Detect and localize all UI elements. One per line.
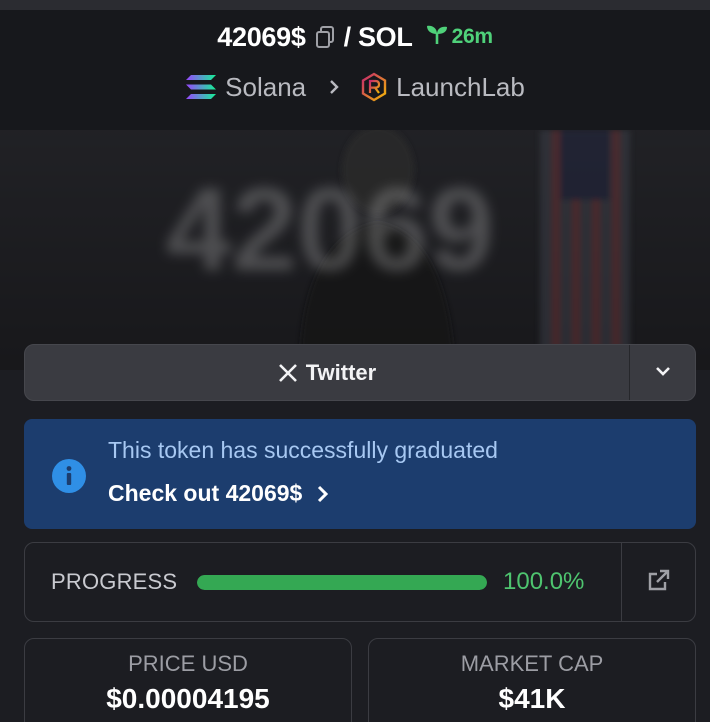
solana-logo-icon <box>185 74 217 100</box>
progress-bar <box>197 575 487 590</box>
info-icon <box>52 459 86 498</box>
launchlab-logo-icon <box>360 72 388 102</box>
top-bar <box>0 0 710 10</box>
chevron-right-icon <box>316 484 330 504</box>
external-link-button[interactable] <box>622 543 696 621</box>
external-link-icon <box>647 568 671 597</box>
token-age: 26m <box>425 23 493 51</box>
market-cap-value: $41K <box>498 683 566 714</box>
token-title: 42069$ / SOL 26m <box>0 20 710 54</box>
progress-label: PROGRESS <box>51 569 178 594</box>
market-cap-label: MARKET CAP <box>460 651 604 676</box>
breadcrumb: Solana LaunchLab <box>0 70 710 104</box>
more-links-button[interactable] <box>630 345 696 400</box>
chevron-down-icon <box>654 364 672 382</box>
notice-message: This token has successfully graduated <box>108 437 498 463</box>
token-age-value: 26m <box>451 25 493 48</box>
token-pair: / SOL <box>343 21 413 52</box>
sprout-icon <box>425 23 452 51</box>
check-out-label: Check out 42069$ <box>108 480 303 506</box>
progress-value: 100.0% <box>503 568 585 595</box>
copy-icon[interactable] <box>314 25 336 49</box>
progress-bar-fill <box>197 575 487 590</box>
twitter-label: Twitter <box>305 359 377 385</box>
social-links-bar: Twitter <box>24 344 696 401</box>
token-banner-image: 42069 <box>0 130 710 370</box>
token-symbol: 42069$ <box>217 21 306 52</box>
banner-text: 42069 <box>166 164 494 296</box>
x-logo-icon <box>278 363 298 383</box>
price-usd-label: PRICE USD <box>128 651 248 676</box>
progress-card: PROGRESS 100.0% <box>24 542 696 622</box>
breadcrumb-platform[interactable]: LaunchLab <box>396 72 525 103</box>
breadcrumb-chain[interactable]: Solana <box>225 72 306 103</box>
market-cap-card: MARKET CAP $41K <box>368 638 696 722</box>
check-out-link[interactable]: Check out 42069$ <box>108 480 330 507</box>
twitter-button[interactable]: Twitter <box>25 345 629 400</box>
chevron-right-icon <box>328 79 340 95</box>
price-usd-card: PRICE USD $0.00004195 <box>24 638 352 722</box>
price-usd-value: $0.00004195 <box>106 683 270 714</box>
graduated-notice: This token has successfully graduated Ch… <box>24 419 696 529</box>
